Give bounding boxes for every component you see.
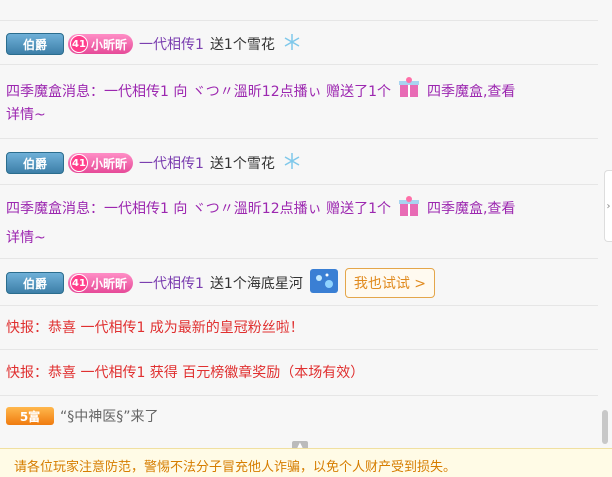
chat-message: 四季魔盒消息：一代相传1 向 ヾつ〃溫昕12点播ぃ 赠送了1个 四季魔盒,查看: [6, 195, 588, 221]
chat-message: 5富 “§中神医§”来了: [6, 406, 588, 426]
fan-level-heart-icon: 41: [70, 274, 88, 292]
divider: [0, 64, 598, 65]
gift-box-icon: [397, 195, 421, 221]
safety-notice: 请各位玩家注意防范，警惕不法分子冒充他人诈骗，以免个人财产受到损失。: [0, 448, 612, 477]
chat-message-list[interactable]: 伯爵 41 小昕昕 一代相传1 送1个雪花 四季魔盒消息：一代相传1 向 ヾつ〃…: [0, 0, 598, 448]
fan-level-heart-icon: 41: [70, 154, 88, 172]
news-flash-text: 快报：恭喜 一代相传1 获得 百元榜徽章奖励（本场有效）: [6, 365, 365, 381]
fan-badge-name: 小昕昕: [91, 37, 128, 52]
divider: [0, 258, 598, 259]
news-flash-text: 快报：恭喜 一代相传1 成为最新的皇冠粉丝啦！: [6, 320, 304, 336]
fan-badge-name: 小昕昕: [91, 276, 128, 291]
scrollbar-thumb[interactable]: [602, 410, 608, 444]
fan-badge: 41 小昕昕: [68, 153, 134, 173]
chat-message-continued: 详情~: [6, 227, 588, 247]
message-text: 送1个雪花: [209, 37, 275, 53]
snowflake-icon: [281, 150, 303, 176]
chat-message: 伯爵 41 小昕昕 一代相传1 送1个海底星河 我也试试 >: [6, 268, 588, 298]
magic-box-message: 四季魔盒消息：一代相传1 向 ヾつ〃溫昕12点播ぃ 赠送了1个: [6, 83, 391, 100]
ocean-stars-icon: [309, 268, 339, 298]
divider: [0, 138, 598, 139]
divider: [0, 184, 598, 185]
details-link[interactable]: 详情~: [6, 104, 46, 124]
details-link[interactable]: 详情~: [6, 227, 46, 247]
fan-badge: 41 小昕昕: [68, 34, 134, 54]
chat-message-continued: 详情~: [6, 104, 588, 124]
message-text: 送1个雪花: [209, 156, 275, 172]
magic-box-message: 四季魔盒消息：一代相传1 向 ヾつ〃溫昕12点播ぃ 赠送了1个: [6, 201, 391, 217]
magic-box-link[interactable]: 四季魔盒,查看: [427, 79, 515, 105]
magic-box-link[interactable]: 四季魔盒,查看: [427, 198, 515, 218]
divider: [0, 395, 598, 396]
username-link[interactable]: 一代相传1: [139, 273, 204, 293]
fan-badge-name: 小昕昕: [91, 156, 128, 171]
noble-badge: 伯爵: [6, 152, 64, 174]
username-link[interactable]: 一代相传1: [139, 153, 204, 173]
divider: [0, 349, 598, 350]
divider: [0, 20, 598, 21]
side-panel-toggle[interactable]: ›: [604, 170, 612, 242]
noble-badge: 伯爵: [6, 33, 64, 55]
try-it-button[interactable]: 我也试试 >: [344, 268, 436, 298]
chat-message: 快报：恭喜 一代相传1 成为最新的皇冠粉丝啦！: [6, 317, 588, 337]
fan-badge: 41 小昕昕: [68, 273, 134, 293]
entrance-message: “§中神医§”来了: [60, 409, 159, 425]
chat-message: 四季魔盒消息：一代相传1 向 ヾつ〃溫昕12点播ぃ 赠送了1个 四季魔盒,查看: [6, 76, 588, 107]
chat-message: 伯爵 41 小昕昕 一代相传1 送1个雪花: [6, 150, 588, 176]
noble-badge: 伯爵: [6, 272, 64, 294]
divider: [0, 305, 598, 306]
chat-message: 伯爵 41 小昕昕 一代相传1 送1个雪花: [6, 31, 588, 57]
wealth-level-badge: 5富: [6, 407, 54, 425]
message-text: 送1个海底星河: [209, 276, 303, 292]
chat-message: 快报：恭喜 一代相传1 获得 百元榜徽章奖励（本场有效）: [6, 362, 588, 382]
username-link[interactable]: 一代相传1: [139, 34, 204, 54]
snowflake-icon: [281, 31, 303, 57]
gift-box-icon: [397, 76, 421, 107]
fan-level-heart-icon: 41: [70, 35, 88, 53]
